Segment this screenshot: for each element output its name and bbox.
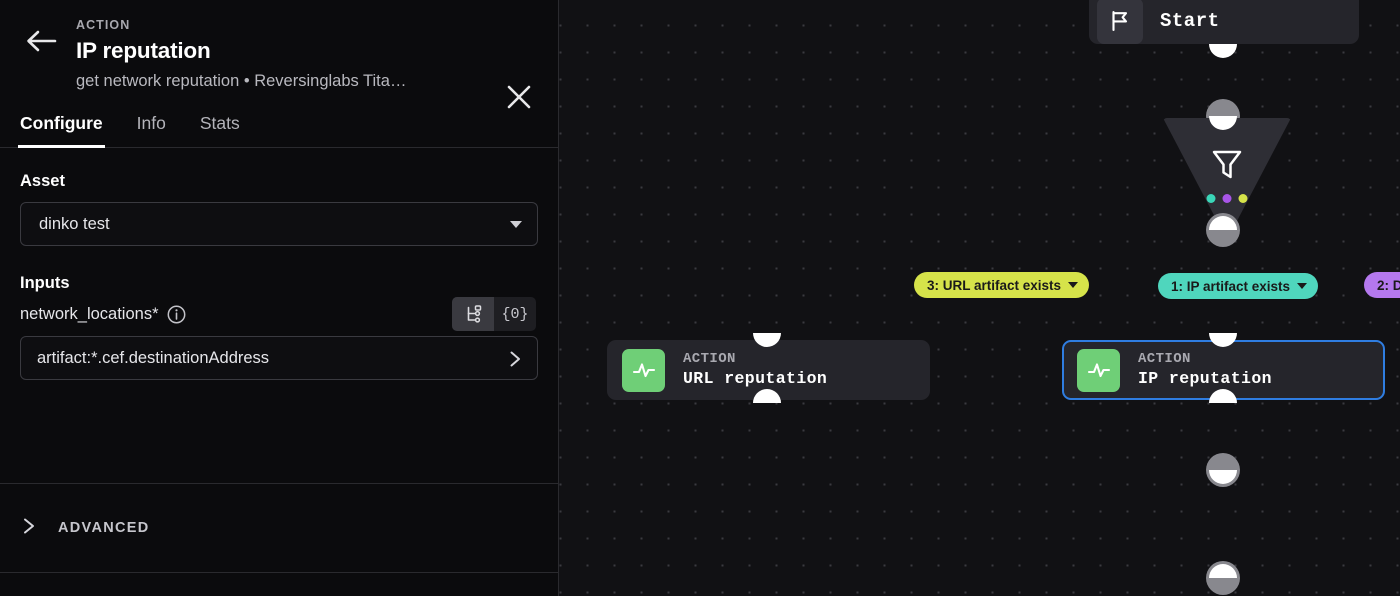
port-out-filter[interactable] xyxy=(1206,213,1240,247)
chevron-down-icon xyxy=(1297,283,1308,289)
filter-status-dots xyxy=(1206,194,1248,203)
action-config-panel: ACTION IP reputation get network reputat… xyxy=(0,0,559,596)
workflow-canvas[interactable]: Start 3: URL artifact exists 1: IP artif… xyxy=(559,0,1400,596)
param-value-text: artifact:*.cef.destinationAddress xyxy=(37,348,270,367)
chevron-right-icon xyxy=(20,516,38,541)
activity-pulse-icon xyxy=(622,348,665,392)
param-value-field[interactable]: artifact:*.cef.destinationAddress xyxy=(20,336,538,381)
panel-subtitle: get network reputation • Reversinglabs T… xyxy=(76,71,407,90)
node-eyebrow: ACTION xyxy=(1138,350,1191,367)
node-start-label: Start xyxy=(1160,9,1220,32)
inputs-label: Inputs xyxy=(20,274,70,293)
tab-configure[interactable]: Configure xyxy=(18,113,105,149)
edge-label-text: 2: Do xyxy=(1377,277,1400,293)
param-name: network_locations* xyxy=(20,304,159,323)
port-out-ip-reputation[interactable] xyxy=(1209,389,1237,417)
advanced-section-toggle[interactable]: ADVANCED xyxy=(0,484,558,572)
edge-label-decision[interactable]: 2: Do xyxy=(1364,272,1400,298)
chevron-down-icon xyxy=(510,221,522,229)
input-mode-toggle: {0} xyxy=(452,297,536,332)
asset-value: dinko test xyxy=(39,214,110,233)
branch-icon[interactable] xyxy=(452,297,494,332)
arrow-left-icon[interactable] xyxy=(24,28,58,54)
edge-label-ip-artifact[interactable]: 1: IP artifact exists xyxy=(1158,273,1319,299)
panel-body: Asset dinko test Inputs network_location… xyxy=(0,148,558,381)
chevron-right-icon xyxy=(505,349,525,369)
panel-eyebrow: ACTION xyxy=(76,18,131,32)
edge-label-url-artifact[interactable]: 3: URL artifact exists xyxy=(914,272,1090,298)
tab-info[interactable]: Info xyxy=(135,113,168,148)
funnel-icon xyxy=(1211,148,1243,187)
port-in-ip-reputation[interactable] xyxy=(1209,319,1237,347)
node-title: URL reputation xyxy=(683,369,828,389)
port-in-decision[interactable] xyxy=(1206,453,1240,487)
port-out-start[interactable] xyxy=(1209,30,1237,58)
edge-label-text: 1: IP artifact exists xyxy=(1171,278,1291,294)
port-out-decision[interactable] xyxy=(1206,561,1240,595)
json-braces-button[interactable]: {0} xyxy=(494,297,536,331)
port-in-filter[interactable] xyxy=(1206,99,1240,133)
port-out-url-reputation[interactable] xyxy=(753,389,781,417)
port-in-url-reputation[interactable] xyxy=(753,319,781,347)
activity-pulse-icon xyxy=(1077,348,1120,392)
chevron-down-icon xyxy=(1068,282,1079,288)
input-param-row: network_locations* {0} xyxy=(20,297,538,332)
page-title: IP reputation xyxy=(76,38,211,63)
node-title: IP reputation xyxy=(1138,369,1272,389)
divider xyxy=(0,572,558,573)
info-icon[interactable] xyxy=(167,305,186,324)
tab-stats[interactable]: Stats xyxy=(198,113,242,148)
asset-select[interactable]: dinko test xyxy=(20,202,538,247)
close-icon[interactable] xyxy=(502,80,536,114)
asset-label: Asset xyxy=(20,172,65,191)
advanced-label: ADVANCED xyxy=(58,520,150,536)
panel-header: ACTION IP reputation get network reputat… xyxy=(0,0,558,109)
edge-label-text: 3: URL artifact exists xyxy=(927,277,1062,293)
node-eyebrow: ACTION xyxy=(683,350,736,367)
panel-tabs: Configure Info Stats xyxy=(0,91,558,149)
flag-icon xyxy=(1097,0,1143,44)
edge-layer xyxy=(559,0,859,150)
